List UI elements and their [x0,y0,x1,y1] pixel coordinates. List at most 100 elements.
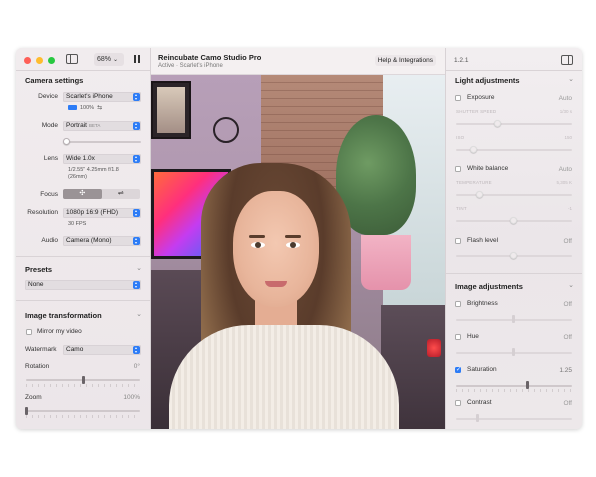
white-balance-checkbox[interactable] [455,166,461,172]
tint-value: -1 [567,206,572,211]
beta-badge: BETA [88,123,101,128]
chevron-down-icon[interactable]: ⌄ [568,281,574,289]
focus-manual-icon[interactable]: ⇌ [102,189,141,199]
brightness-checkbox[interactable] [455,301,461,307]
stepper-icon [133,93,140,101]
resolution-select[interactable]: 1080p 16:9 (FHD) [63,208,141,218]
pause-icon[interactable] [134,55,140,63]
temperature-slider[interactable] [456,194,572,196]
contrast-knob[interactable] [476,414,479,422]
mirror-checkbox[interactable] [26,329,32,335]
brightness-knob[interactable] [512,315,515,323]
flash-level-value: Off [563,238,572,245]
inspector-toggle-icon[interactable] [561,55,573,65]
zoom-label: Zoom [25,394,42,401]
flash-checkbox[interactable] [455,238,461,244]
presets-select[interactable]: None [25,280,141,290]
hue-checkbox[interactable] [455,334,461,340]
focus-auto-icon[interactable]: ✣ [63,189,102,199]
divider [446,70,582,71]
chevron-down-icon[interactable]: ⌄ [568,75,574,83]
audio-label: Audio [41,237,58,244]
saturation-ticks [456,389,572,392]
contrast-slider[interactable] [456,418,572,420]
light-adjustments-title[interactable]: Light adjustments [455,76,520,85]
mode-value: Portrait [66,122,87,129]
help-integrations-button[interactable]: Help & Integrations [374,55,436,66]
resolution-label: Resolution [27,209,58,216]
right-sidebar: 1.2.1 Light adjustments ⌄ Exposure Auto … [445,48,582,429]
focus-mode-segmented-control[interactable]: ✣ ⇌ [63,189,140,199]
watermark-select[interactable]: Camo [63,345,141,355]
app-title: Reincubate Camo Studio Pro [158,53,262,62]
device-status: Active · Scarlet's iPhone [158,63,223,69]
watermark-value: Camo [66,346,84,353]
device-label: Device [38,93,58,100]
wall-picture [151,81,191,139]
zoom-select[interactable]: 68% ⌄ [94,53,124,66]
exposure-checkbox[interactable] [455,95,461,101]
stepper-icon [133,237,140,245]
presets-title[interactable]: Presets [25,265,52,274]
zoom-ticks [26,415,140,418]
chevron-down-icon[interactable]: ⌄ [136,264,142,272]
chevron-down-icon[interactable]: ⌄ [136,310,142,318]
contrast-checkbox[interactable] [455,400,461,406]
temperature-knob[interactable] [476,191,483,198]
camera-settings-title[interactable]: Camera settings [25,76,83,85]
image-transformation-title[interactable]: Image transformation [25,311,102,320]
saturation-label: Saturation [467,366,497,373]
flash-level-label: Flash level [467,237,499,244]
iso-knob[interactable] [470,146,477,153]
lens-select[interactable]: Wide 1.0x [63,154,141,164]
zoom-value: 68% [97,56,112,63]
left-sidebar: 68% ⌄ Camera settings Device Scarlet's iP… [16,48,151,429]
hue-knob[interactable] [512,348,515,356]
person-face [233,191,319,307]
camo-studio-window: 68% ⌄ Camera settings Device Scarlet's iP… [16,48,582,429]
divider [16,300,150,301]
white-balance-value: Auto [558,166,572,173]
mode-select[interactable]: Portrait BETA [63,121,141,131]
brightness-value: Off [563,301,572,308]
fullscreen-window-button[interactable] [48,57,55,64]
camera-preview [151,75,445,429]
audio-select[interactable]: Camera (Mono) [63,236,141,246]
right-brow [285,235,301,238]
zoom-value: 100% [123,394,140,401]
left-eye [251,242,265,248]
divider [446,273,582,274]
saturation-slider[interactable] [456,385,572,387]
sidebar-toggle-icon[interactable] [66,54,78,64]
iso-label: ISO [456,135,465,140]
window-controls [24,57,55,64]
divider [16,70,150,71]
lens-label: Lens [43,155,58,162]
divider [16,256,150,257]
watermark-label: Watermark [25,346,57,353]
title-bar: Reincubate Camo Studio Pro Active · Scar… [151,48,445,75]
rotation-knob[interactable] [81,376,85,384]
zoom-slider[interactable] [26,410,140,412]
flash-level-knob[interactable] [510,252,517,259]
contrast-value: Off [563,400,572,407]
shutter-speed-knob[interactable] [494,120,501,127]
portrait-strength-slider[interactable] [66,141,141,143]
plant-pot [361,235,411,290]
version-label: 1.2.1 [454,57,469,64]
iso-value: 150 [564,135,572,140]
battery-status: 100% ⇆ [68,105,102,112]
zoom-knob[interactable] [24,407,28,415]
saturation-checkbox[interactable] [455,366,461,373]
tint-knob[interactable] [510,217,517,224]
shutter-speed-slider[interactable] [456,123,572,125]
presets-value: None [28,281,44,288]
close-window-button[interactable] [24,57,31,64]
image-adjustments-title[interactable]: Image adjustments [455,282,523,291]
device-select[interactable]: Scarlet's iPhone [63,92,141,102]
saturation-knob[interactable] [526,381,529,389]
rotation-value: 0° [133,363,140,370]
minimize-window-button[interactable] [36,57,43,64]
portrait-strength-knob[interactable] [62,138,70,145]
fps-value: 30 FPS [68,221,87,227]
